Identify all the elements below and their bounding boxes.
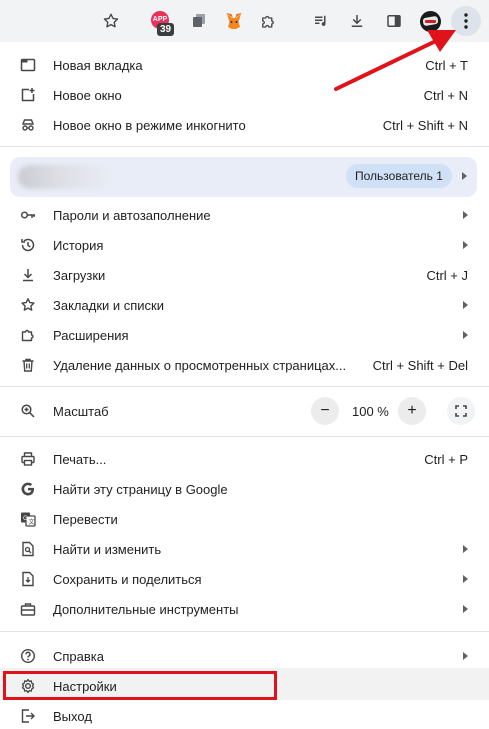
google-icon — [20, 481, 36, 497]
menu-item-more-tools[interactable]: Дополнительные инструменты — [0, 594, 489, 624]
fullscreen-icon[interactable] — [447, 397, 475, 425]
menu-item-label: История — [53, 237, 104, 253]
menu-item-label: Перевести — [53, 511, 118, 527]
toolbox-icon — [20, 601, 36, 617]
chevron-right-icon — [462, 172, 467, 180]
print-icon — [20, 451, 36, 467]
chevron-right-icon — [463, 545, 468, 553]
profile-row[interactable]: Пользователь 1 — [10, 157, 477, 197]
menu-item-label: Закладки и списки — [53, 297, 165, 313]
chevron-right-icon — [463, 605, 468, 613]
svg-text:G: G — [23, 515, 28, 522]
save-share-icon — [20, 571, 36, 587]
menu-item-label: Печать... — [53, 451, 107, 467]
menu-item-history[interactable]: История — [0, 230, 489, 260]
menu-item-label: Выход — [53, 708, 92, 724]
profile-blurred-name — [18, 165, 114, 189]
chevron-right-icon — [463, 301, 468, 309]
settings-highlight-box — [3, 671, 277, 700]
puzzle-icon — [20, 327, 36, 343]
menu-item-label: Расширения — [53, 327, 129, 343]
menu-item-find-edit[interactable]: Найти и изменить — [0, 534, 489, 564]
menu-item-label: Новое окно в режиме инкогнито — [53, 117, 246, 133]
menu-item-save-share[interactable]: Сохранить и поделиться — [0, 564, 489, 594]
menu-item-label: Масштаб — [53, 403, 109, 419]
menu-item-label: Дополнительные инструменты — [53, 601, 239, 617]
menu-item-downloads[interactable]: Загрузки Ctrl + J — [0, 260, 489, 290]
menu-divider — [0, 436, 489, 437]
menu-item-translate[interactable]: G文 Перевести — [0, 504, 489, 534]
zoom-out-button[interactable]: − — [311, 397, 339, 425]
menu-item-label: Загрузки — [53, 267, 106, 283]
exit-icon — [20, 708, 36, 724]
zoom-icon — [20, 403, 36, 419]
menu-item-help[interactable]: Справка — [0, 641, 489, 671]
menu-item-print[interactable]: Печать... Ctrl + P — [0, 444, 489, 474]
menu-item-shortcut: Ctrl + J — [426, 267, 468, 283]
chrome-main-menu: Новая вкладка Ctrl + T Новое окно Ctrl +… — [0, 42, 489, 729]
help-icon — [20, 648, 36, 664]
menu-item-clear-data[interactable]: Удаление данных о просмотренных страница… — [0, 350, 489, 380]
svg-text:文: 文 — [29, 518, 35, 526]
menu-item-label: Справка — [53, 648, 104, 664]
download-icon — [20, 267, 36, 283]
menu-item-extensions[interactable]: Расширения — [0, 320, 489, 350]
translate-icon: G文 — [20, 511, 36, 527]
menu-item-label: Пароли и автозаполнение — [53, 207, 211, 223]
trash-icon — [20, 357, 36, 373]
chevron-right-icon — [463, 575, 468, 583]
zoom-level: 100 % — [352, 404, 389, 419]
incognito-icon — [20, 117, 36, 133]
key-icon — [20, 207, 36, 223]
menu-item-label: Удаление данных о просмотренных страница… — [53, 357, 347, 373]
menu-divider — [0, 631, 489, 632]
menu-item-bookmarks[interactable]: Закладки и списки — [0, 290, 489, 320]
zoom-in-button[interactable]: + — [398, 397, 426, 425]
menu-item-shortcut: Ctrl + P — [424, 451, 468, 467]
chevron-right-icon — [463, 652, 468, 660]
menu-item-label: Найти и изменить — [53, 541, 162, 557]
chevron-right-icon — [463, 331, 468, 339]
menu-item-label: Найти эту страницу в Google — [53, 481, 228, 497]
chevron-right-icon — [463, 211, 468, 219]
history-icon — [20, 237, 36, 253]
menu-divider — [0, 386, 489, 387]
star-icon — [20, 297, 36, 313]
find-page-icon — [20, 541, 36, 557]
menu-item-shortcut: Ctrl + Shift + Del — [372, 357, 468, 373]
menu-item-label: Сохранить и поделиться — [53, 571, 202, 587]
profile-pill: Пользователь 1 — [346, 164, 452, 188]
annotation-arrow — [334, 30, 456, 91]
menu-item-exit[interactable]: Выход — [0, 701, 489, 729]
chevron-right-icon — [463, 241, 468, 249]
menu-item-search-google[interactable]: Найти эту страницу в Google — [0, 474, 489, 504]
menu-item-shortcut: Ctrl + Shift + N — [382, 117, 468, 133]
menu-divider — [0, 146, 489, 147]
menu-item-passwords[interactable]: Пароли и автозаполнение — [0, 200, 489, 230]
menu-item-incognito[interactable]: Новое окно в режиме инкогнито Ctrl + Shi… — [0, 110, 489, 140]
